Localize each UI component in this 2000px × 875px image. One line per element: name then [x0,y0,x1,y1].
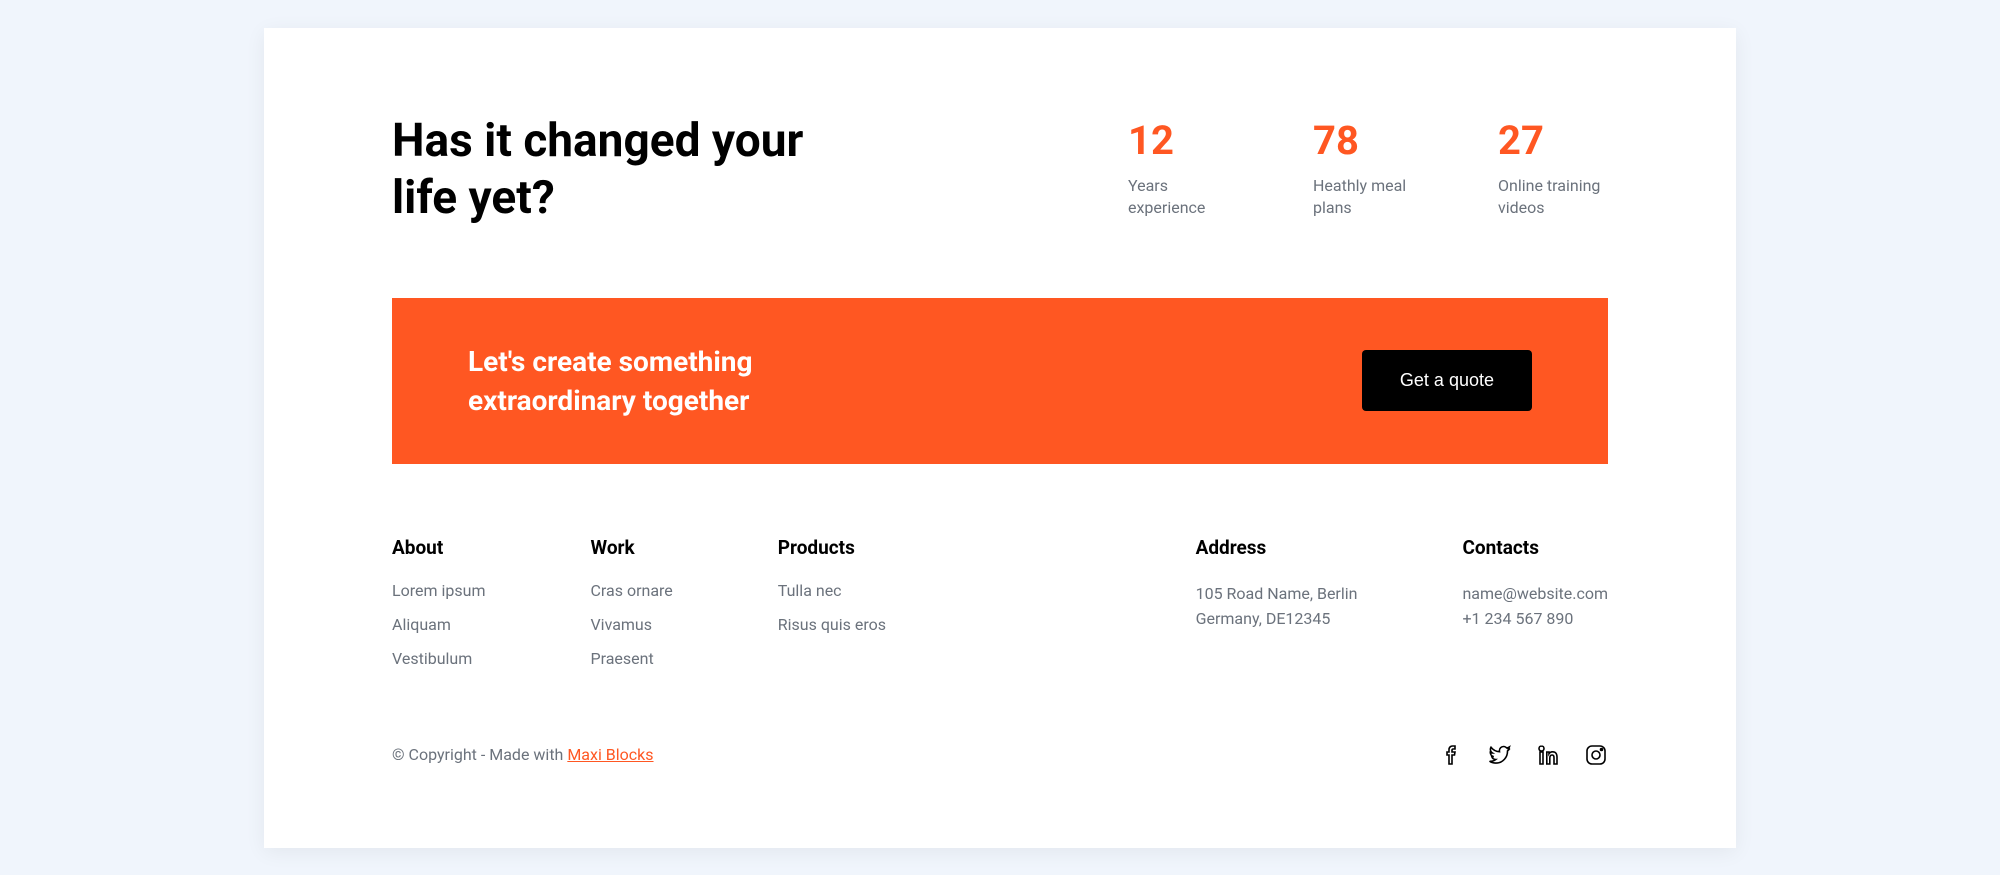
linkedin-icon[interactable] [1536,743,1560,767]
stat-number: 12 [1128,121,1238,161]
stat-item: 27 Online training videos [1498,121,1608,220]
social-icons-row [1440,743,1608,767]
footer-link[interactable]: Risus quis eros [778,615,886,634]
footer-heading: Products [778,536,886,559]
facebook-icon[interactable] [1440,743,1464,767]
stat-number: 78 [1313,121,1423,161]
footer-link[interactable]: Vestibulum [392,649,485,668]
stat-item: 78 Heathly meal plans [1313,121,1423,220]
stat-label: Online training videos [1498,175,1608,220]
twitter-icon[interactable] [1488,743,1512,767]
stat-number: 27 [1498,121,1608,161]
footer-col-about: About Lorem ipsum Aliquam Vestibulum [392,536,485,683]
copyright-link[interactable]: Maxi Blocks [567,745,653,764]
stat-label: Years experience [1128,175,1238,220]
footer-columns: About Lorem ipsum Aliquam Vestibulum Wor… [392,536,1608,683]
footer-link[interactable]: Cras ornare [590,581,672,600]
footer-col-address: Address 105 Road Name, Berlin Germany, D… [1196,536,1358,683]
bottom-row: © Copyright - Made with Maxi Blocks [392,743,1608,767]
address-line: Germany, DE12345 [1196,606,1358,632]
contact-phone: +1 234 567 890 [1462,606,1608,632]
footer-col-products: Products Tulla nec Risus quis eros [778,536,886,683]
footer-link[interactable]: Tulla nec [778,581,886,600]
stat-item: 12 Years experience [1128,121,1238,220]
copyright-text: © Copyright - Made with Maxi Blocks [392,745,654,764]
contact-email: name@website.com [1462,581,1608,607]
footer-heading: Work [590,536,672,559]
footer-link[interactable]: Aliquam [392,615,485,634]
cta-text: Let's create something extraordinary tog… [468,342,888,420]
get-quote-button[interactable]: Get a quote [1362,350,1532,411]
stat-label: Heathly meal plans [1313,175,1423,220]
footer-col-work: Work Cras ornare Vivamus Praesent [590,536,672,683]
footer-left-group: About Lorem ipsum Aliquam Vestibulum Wor… [392,536,886,683]
footer-card: Has it changed your life yet? 12 Years e… [264,28,1736,848]
page-headline: Has it changed your life yet? [392,113,842,228]
address-line: 105 Road Name, Berlin [1196,581,1358,607]
instagram-icon[interactable] [1584,743,1608,767]
copyright-prefix: © Copyright - Made with [392,745,567,764]
footer-right-group: Address 105 Road Name, Berlin Germany, D… [1196,536,1608,683]
footer-link[interactable]: Lorem ipsum [392,581,485,600]
top-section: Has it changed your life yet? 12 Years e… [392,113,1608,228]
footer-heading: Contacts [1462,536,1608,559]
footer-heading: Address [1196,536,1358,559]
footer-link[interactable]: Vivamus [590,615,672,634]
footer-col-contacts: Contacts name@website.com +1 234 567 890 [1462,536,1608,683]
footer-heading: About [392,536,485,559]
cta-banner: Let's create something extraordinary tog… [392,298,1608,464]
stats-row: 12 Years experience 78 Heathly meal plan… [1128,113,1608,220]
footer-link[interactable]: Praesent [590,649,672,668]
